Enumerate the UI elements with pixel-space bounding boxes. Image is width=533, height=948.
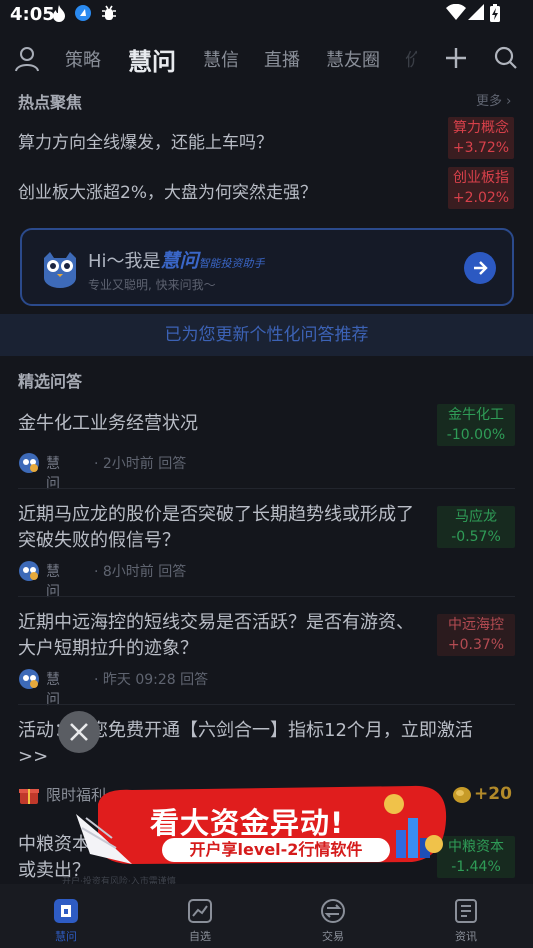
ad-subline: 开户享level-2行情软件: [162, 838, 390, 862]
bottom-tab-bar: 慧问 自选 交易 资讯: [0, 884, 533, 948]
owl-avatar-icon: [18, 452, 40, 474]
exchange-icon: [321, 899, 345, 923]
tab-bar-huiwen[interactable]: 慧问: [26, 884, 106, 948]
plus-icon[interactable]: [444, 46, 468, 70]
stock-tag[interactable]: 金牛化工 -10.00%: [437, 404, 515, 446]
featured-question[interactable]: 金牛化工业务经营状况: [18, 411, 418, 437]
answer-time: · 8小时前 回答: [94, 564, 187, 580]
owl-avatar-icon: [18, 668, 40, 690]
featured-question[interactable]: 近期马应龙的股价是否突破了长期趋势线或形成了突破失败的假信号？: [18, 502, 418, 554]
hot-topic-tag[interactable]: 算力概念 +3.72%: [448, 117, 514, 159]
stock-tag[interactable]: 中远海控 +0.37%: [437, 614, 515, 656]
assistant-brand: 慧问: [160, 250, 199, 272]
divider: [18, 704, 515, 705]
tab-partial[interactable]: 价: [405, 46, 417, 72]
signal-icon: [468, 4, 484, 24]
hot-topics-title: 热点聚焦: [18, 93, 83, 112]
tag-name: 中远海控: [448, 617, 504, 633]
tag-name: 马应龙: [455, 509, 497, 525]
arrow-right-icon: [474, 261, 488, 275]
tag-name: 算力概念: [453, 120, 509, 136]
owl-mascot-icon: [40, 248, 80, 288]
answerer-name: 慧问: [46, 564, 60, 600]
tab-bar-watchlist[interactable]: 自选: [160, 884, 240, 948]
flame-icon: [50, 4, 68, 28]
tag-change: -10.00%: [446, 427, 506, 443]
close-icon: [70, 723, 88, 741]
wifi-icon: [446, 3, 466, 24]
assistant-description: 专业又聪明, 快来问我～: [88, 278, 216, 292]
answer-time: · 昨天 09:28 回答: [94, 672, 209, 688]
close-ad-button[interactable]: [58, 711, 100, 753]
stock-tag[interactable]: 马应龙 -0.57%: [437, 506, 515, 548]
send-arrow-button[interactable]: [464, 252, 496, 284]
tab-friends[interactable]: 慧友圈: [326, 46, 380, 72]
more-label: 更多: [476, 94, 503, 109]
status-time: 4:05: [10, 4, 55, 25]
battery-icon: [490, 4, 500, 26]
hot-topic-question[interactable]: 创业板大涨超2%，大盘为何突然走强？: [18, 178, 317, 203]
tag-change: +0.37%: [447, 637, 505, 653]
coin-icon: [450, 783, 474, 805]
tab-strategy[interactable]: 策略: [65, 46, 101, 72]
tag-change: -0.57%: [451, 529, 501, 545]
tag-change: +3.72%: [452, 140, 510, 156]
answerer-name: 慧问: [46, 456, 60, 492]
app-icon: [74, 4, 92, 26]
assistant-greeting: Hi～我是慧问智能投资助手: [88, 246, 265, 273]
more-link[interactable]: 更多 ›: [476, 90, 511, 109]
tag-name: 金牛化工: [448, 407, 504, 423]
tab-huiwen[interactable]: 慧问: [128, 42, 176, 77]
hot-topic-tag[interactable]: 创业板指 +2.02%: [448, 167, 514, 209]
tab-huixin[interactable]: 慧信: [203, 46, 239, 72]
reward-points: +20: [474, 784, 512, 804]
tab-bar-label: 资讯: [455, 930, 477, 943]
assistant-input-card[interactable]: Hi～我是慧问智能投资助手 专业又聪明, 快来问我～: [20, 228, 514, 306]
ask-icon: [54, 899, 78, 923]
assistant-slogan: 智能投资助手: [198, 257, 265, 270]
tab-bar-label: 交易: [322, 930, 344, 943]
search-icon[interactable]: [494, 46, 518, 70]
hot-topic-question[interactable]: 算力方向全线爆发，还能上车吗？: [18, 128, 273, 153]
answerer-name: 慧问: [46, 672, 60, 708]
status-bar: 4:05: [0, 0, 533, 30]
featured-question[interactable]: 近期中远海控的短线交易是否活跃？是否有游资、大户短期拉升的迹象？: [18, 610, 418, 662]
greeting-text: Hi～我是: [88, 251, 161, 272]
chevron-right-icon: ›: [506, 94, 512, 109]
update-banner: 已为您更新个性化问答推荐: [0, 314, 533, 356]
tab-bar-trade[interactable]: 交易: [293, 884, 373, 948]
bug-icon: [100, 4, 118, 26]
tag-change: +2.02%: [452, 190, 510, 206]
tab-bar-news[interactable]: 资讯: [426, 884, 506, 948]
top-nav: 策略 慧问 慧信 直播 慧友圈 价: [0, 36, 533, 82]
gift-icon: [18, 783, 40, 805]
divider: [18, 488, 515, 489]
tab-live[interactable]: 直播: [264, 46, 300, 72]
user-icon[interactable]: [14, 46, 40, 72]
tab-bar-label: 自选: [189, 930, 211, 943]
owl-avatar-icon: [18, 560, 40, 582]
ad-headline: 看大资金异动!: [150, 806, 345, 840]
tab-bar-label: 慧问: [55, 930, 77, 943]
answer-time: · 2小时前 回答: [94, 456, 187, 472]
tag-name: 创业板指: [453, 170, 509, 186]
chart-icon: [188, 899, 212, 923]
divider: [18, 596, 515, 597]
featured-title: 精选问答: [18, 372, 83, 391]
news-icon: [455, 899, 477, 923]
